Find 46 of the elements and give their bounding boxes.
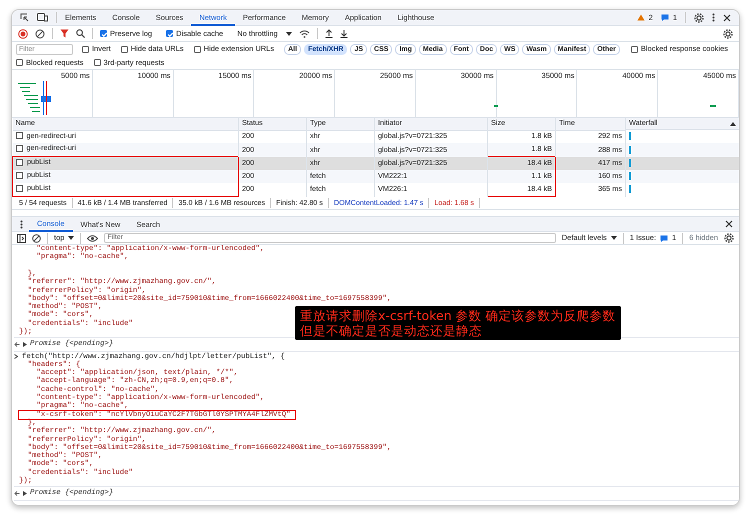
waterfall-bar-icon <box>629 172 632 180</box>
request-overview-drawing <box>18 81 51 115</box>
checkbox[interactable] <box>194 46 201 52</box>
checkbox[interactable] <box>82 46 89 52</box>
waterfall-bar-icon <box>629 146 632 154</box>
message-icon <box>660 14 669 21</box>
device-toolbar-icon[interactable] <box>37 13 48 22</box>
checkbox[interactable] <box>120 46 128 52</box>
waterfall-bar-icon <box>629 132 632 140</box>
settings-icon[interactable] <box>724 233 734 244</box>
expand-triangle-icon[interactable] <box>23 342 27 347</box>
sort-icon[interactable] <box>730 122 736 126</box>
caret-icon <box>68 236 74 240</box>
sidebar-icon[interactable] <box>17 234 26 243</box>
record-icon[interactable] <box>18 28 28 38</box>
settings-icon[interactable] <box>723 28 733 38</box>
download-icon[interactable] <box>340 29 348 38</box>
checkbox[interactable] <box>94 59 101 66</box>
prompt-icon <box>14 354 18 360</box>
eye-icon[interactable] <box>87 234 98 242</box>
annotation-note: 重放请求删除x-csrf-token 参数 确定该参数为反爬参数 但是不确定是否是动态还是静态 <box>295 306 621 340</box>
close-icon[interactable] <box>725 220 733 228</box>
checkbox[interactable] <box>16 59 23 66</box>
more-icon[interactable] <box>712 13 715 22</box>
checkbox[interactable] <box>100 30 107 37</box>
search-icon[interactable] <box>76 29 85 38</box>
expand-triangle-icon[interactable] <box>23 490 27 496</box>
filter-icon[interactable] <box>60 29 69 38</box>
wifi-icon[interactable] <box>298 30 310 38</box>
more-icon[interactable] <box>20 220 23 229</box>
caret-icon <box>610 236 617 240</box>
checkbox[interactable] <box>630 46 638 52</box>
waterfall-bar-icon <box>629 185 632 194</box>
return-arrow-icon <box>14 490 20 496</box>
checkbox[interactable] <box>166 30 174 37</box>
message-icon <box>660 234 668 242</box>
caret-icon <box>286 32 292 36</box>
settings-icon[interactable] <box>694 12 704 22</box>
close-icon[interactable] <box>723 14 731 22</box>
inspect-icon[interactable] <box>20 13 29 22</box>
waterfall-bar-icon <box>629 159 632 168</box>
clear-icon[interactable] <box>35 28 45 38</box>
clear-icon[interactable] <box>32 234 41 243</box>
upload-icon[interactable] <box>324 29 333 38</box>
warning-icon <box>636 14 645 21</box>
return-arrow-icon <box>14 342 20 347</box>
